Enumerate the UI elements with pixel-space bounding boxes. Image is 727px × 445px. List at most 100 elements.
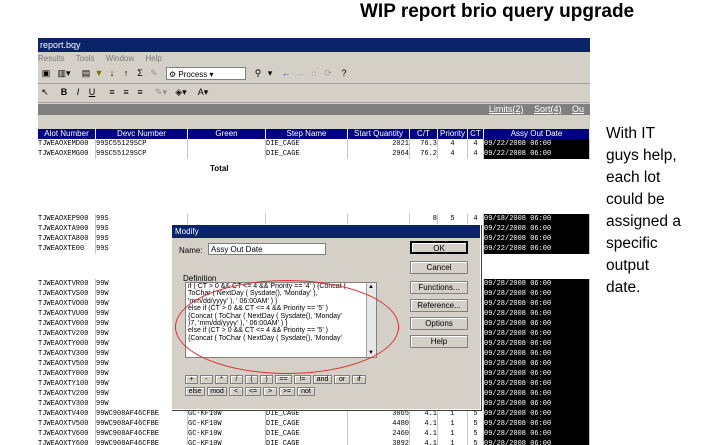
- connection-icon[interactable]: ⚲: [252, 67, 264, 80]
- scroll-up-icon[interactable]: ▲: [368, 284, 374, 290]
- menu-window[interactable]: Window: [106, 54, 134, 63]
- col-ct[interactable]: CT: [468, 129, 484, 139]
- back-arrow-icon[interactable]: ←: [280, 67, 292, 80]
- table-row[interactable]: TJWEAOXEMG00 99SC55129SCP DIE_CAGE 2964 76.2…: [38, 149, 590, 159]
- cursor-icon[interactable]: ↖: [40, 86, 50, 99]
- output-link[interactable]: Ou: [572, 104, 584, 114]
- standard-toolbar: ▣ ▥▾ ▤ ▼ ↓ ↑ Σ ✎ ⚙ Process ▾ ⚲ ▾ ← → ⌂ ⟳…: [38, 65, 590, 84]
- menu-tools[interactable]: Tools: [76, 54, 95, 63]
- table-row[interactable]: TJWEAOXTV600 99WC908AF46CFBE GC-KF10W DIE_C…: [38, 429, 590, 439]
- operator-button[interactable]: mod: [207, 387, 227, 396]
- operator-button[interactable]: <: [229, 387, 243, 396]
- table-cell: TJWEAOXTV300: [38, 399, 96, 409]
- operator-button[interactable]: -: [200, 375, 213, 384]
- table-cell: DIE_CAGE: [266, 149, 348, 159]
- table-cell: 09/22/2008 06:00: [484, 244, 590, 254]
- table-row[interactable]: TJWEAOXTV400 99WC908AF46CFBE GC-KF10W DIE_C…: [38, 409, 590, 419]
- align-right-icon[interactable]: ≡: [134, 86, 146, 99]
- help-button[interactable]: Help: [410, 335, 468, 348]
- name-field[interactable]: Assy Out Date: [208, 243, 326, 255]
- chevron-down-icon[interactable]: ▾: [266, 67, 274, 80]
- sum-icon[interactable]: Σ: [134, 67, 146, 80]
- operator-button[interactable]: *: [215, 375, 228, 384]
- font-color-icon[interactable]: A▾: [194, 86, 212, 99]
- cancel-button[interactable]: Cancel: [410, 261, 468, 274]
- operator-button[interactable]: >: [263, 387, 277, 396]
- table-cell: 4.1: [410, 409, 438, 419]
- col-green[interactable]: Green: [188, 129, 266, 139]
- menu-results[interactable]: Results: [38, 54, 65, 63]
- refresh-icon[interactable]: ⟳: [322, 67, 334, 80]
- reference-button[interactable]: Reference...: [410, 299, 468, 312]
- col-ct-ratio[interactable]: C/T: [410, 129, 438, 139]
- functions-button[interactable]: Functions...: [410, 281, 468, 294]
- col-start-quantity[interactable]: Start Quantity: [348, 129, 410, 139]
- table-cell: TJWEAOXTV200: [38, 329, 96, 339]
- col-priority[interactable]: Priority: [438, 129, 468, 139]
- operator-button[interactable]: (: [245, 375, 258, 384]
- col-devc-number[interactable]: Devc Number: [96, 129, 188, 139]
- operator-button[interactable]: or: [334, 375, 350, 384]
- col-assy-out-date[interactable]: Assy Out Date: [484, 129, 590, 139]
- table-cell: 99S: [96, 214, 188, 224]
- table-cell: 1: [438, 439, 468, 445]
- italic-button[interactable]: I: [72, 86, 84, 99]
- line-color-icon[interactable]: ✎▾: [152, 86, 170, 99]
- operator-button[interactable]: +: [185, 375, 198, 384]
- operator-button[interactable]: >=: [279, 387, 295, 396]
- operator-button[interactable]: <=: [245, 387, 261, 396]
- operator-button[interactable]: not: [297, 387, 315, 396]
- side-note-line: could be: [606, 191, 665, 208]
- operator-button[interactable]: else: [185, 387, 205, 396]
- options-button[interactable]: Options: [410, 317, 468, 330]
- home-icon[interactable]: ⌂: [308, 67, 320, 80]
- table-cell: 4: [468, 139, 484, 149]
- table-row[interactable]: TJWEAOXTY600 99WC908AF46CFBE GC-KF10W DIE_C…: [38, 439, 590, 445]
- operator-button[interactable]: ==: [275, 375, 292, 384]
- fill-color-icon[interactable]: ◈▾: [172, 86, 190, 99]
- operator-button[interactable]: and: [313, 375, 332, 384]
- table-cell: 5: [468, 409, 484, 419]
- table-row[interactable]: TJWEAOXEP900 99S 8 5 4 09/18/2008 06:00: [38, 214, 590, 224]
- sort-ascending-icon[interactable]: ↓: [106, 67, 118, 80]
- ok-button[interactable]: OK: [410, 241, 468, 254]
- operator-button[interactable]: /: [230, 375, 243, 384]
- table-cell: 09/28/2008 06:00: [484, 299, 590, 309]
- align-center-icon[interactable]: ≡: [120, 86, 132, 99]
- table-row[interactable]: TJWEAOXEMD00 99SC55129SCP DIE_CAGE 2021 76.3…: [38, 139, 590, 149]
- table-cell: 4.1: [410, 419, 438, 429]
- menu-help[interactable]: Help: [145, 54, 161, 63]
- pencil-icon[interactable]: ✎: [148, 67, 160, 80]
- table-cell: 99SC55129SCP: [96, 149, 188, 159]
- align-left-icon[interactable]: ≡: [106, 86, 118, 99]
- operator-button[interactable]: if: [352, 375, 366, 384]
- help-icon[interactable]: ?: [338, 67, 350, 80]
- view-dropdown-icon[interactable]: ▥▾: [54, 67, 74, 80]
- operator-button[interactable]: ): [260, 375, 273, 384]
- total-label: Total: [210, 164, 229, 173]
- col-step-name[interactable]: Step Name: [266, 129, 348, 139]
- name-label: Name:: [179, 246, 203, 255]
- definition-editor[interactable]: if ( CT > 0 && CT <= 4 && Priority == '4…: [185, 282, 377, 358]
- bold-button[interactable]: B: [58, 86, 70, 99]
- scroll-down-icon[interactable]: ▼: [368, 350, 374, 356]
- table-cell: DIE_CAGE: [266, 409, 348, 419]
- table-row[interactable]: TJWEAOXTV500 99WC908AF46CFBE GC-KF10W DIE_C…: [38, 419, 590, 429]
- layout-icon[interactable]: ▣: [40, 67, 52, 80]
- process-dropdown[interactable]: ⚙ Process ▾: [166, 67, 246, 80]
- chart-icon[interactable]: ▤: [80, 67, 92, 80]
- table-cell: 09/28/2008 06:00: [484, 409, 590, 419]
- filter-icon[interactable]: ▼: [94, 67, 104, 80]
- col-alot-number[interactable]: Alot Number: [38, 129, 96, 139]
- table-cell: TJWEAOXTE00: [38, 244, 96, 254]
- definition-scrollbar[interactable]: ▲ ▼: [366, 283, 376, 357]
- sort-descending-icon[interactable]: ↑: [120, 67, 132, 80]
- table-cell: 09/28/2008 06:00: [484, 339, 590, 349]
- forward-arrow-icon[interactable]: →: [294, 67, 306, 80]
- table-cell: TJWEAOXTVS00: [38, 289, 96, 299]
- window-title: report.bqy: [38, 38, 590, 52]
- limits-link[interactable]: Limits(2): [489, 104, 524, 114]
- underline-button[interactable]: U: [86, 86, 98, 99]
- sort-link[interactable]: Sort(4): [534, 104, 562, 114]
- operator-button[interactable]: !=: [294, 375, 311, 384]
